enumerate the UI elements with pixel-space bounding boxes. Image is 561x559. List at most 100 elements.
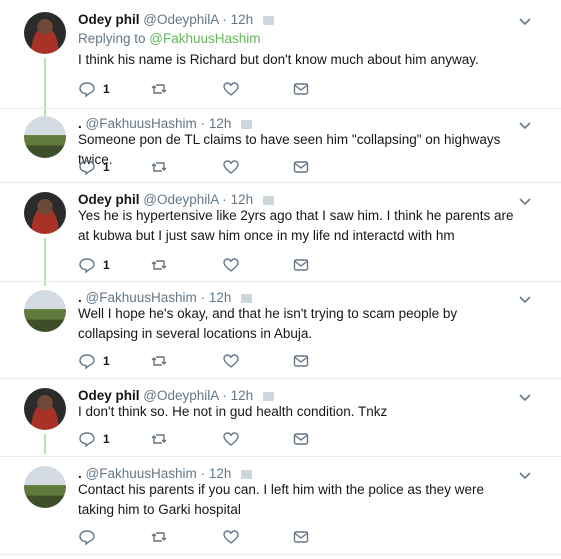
like-button[interactable] [222, 352, 240, 370]
direct-message-icon [241, 120, 253, 129]
header-separator: · [222, 192, 227, 207]
display-name[interactable]: Odey phil [78, 192, 140, 207]
reply-button[interactable]: 1 [78, 80, 110, 98]
timestamp[interactable]: 12h [231, 388, 254, 403]
display-name[interactable]: . [78, 116, 82, 131]
chevron-down-icon[interactable] [518, 292, 532, 306]
retweet-button[interactable] [150, 528, 168, 546]
timestamp[interactable]: 12h [231, 12, 254, 27]
timestamp[interactable]: 12h [209, 290, 232, 305]
reply-icon [79, 530, 95, 546]
avatar[interactable] [24, 192, 66, 234]
reply-button[interactable]: 1 [78, 352, 110, 370]
retweet-button[interactable] [150, 158, 168, 176]
retweet-icon [151, 162, 167, 172]
like-icon [223, 530, 239, 544]
direct-message-button[interactable] [292, 80, 310, 98]
reply-count: 1 [103, 258, 110, 272]
user-handle[interactable]: @OdeyphilA [143, 12, 218, 27]
like-button[interactable] [222, 158, 240, 176]
header-separator: · [200, 290, 206, 305]
divider [0, 281, 561, 282]
like-button[interactable] [222, 80, 240, 98]
display-name[interactable]: Odey phil [78, 388, 140, 403]
direct-message-icon [241, 470, 253, 479]
divider [0, 378, 561, 379]
retweet-icon [151, 434, 167, 444]
reply-button[interactable] [78, 528, 103, 546]
display-name[interactable]: Odey phil [78, 12, 140, 27]
avatar[interactable] [24, 388, 66, 430]
like-icon [223, 160, 239, 174]
user-handle[interactable]: @FakhuusHashim [86, 116, 197, 131]
header-separator: · [222, 388, 227, 403]
direct-message-icon [262, 196, 274, 205]
divider [0, 456, 561, 457]
retweet-button[interactable] [150, 256, 168, 274]
avatar[interactable] [24, 290, 66, 332]
tweet-header: Odey phil @OdeyphilA · 12h [78, 388, 274, 403]
chevron-down-icon[interactable] [518, 194, 532, 208]
divider [0, 108, 561, 109]
direct-message-icon [241, 294, 253, 303]
like-icon [223, 354, 239, 368]
reply-button[interactable]: 1 [78, 158, 110, 176]
direct-message-button[interactable] [292, 528, 310, 546]
display-name[interactable]: . [78, 290, 82, 305]
reply-count: 1 [103, 354, 110, 368]
reply-icon [79, 354, 95, 370]
thread-connector [44, 434, 46, 454]
header-separator: · [200, 116, 206, 131]
tweet-header: . @FakhuusHashim · 12h [78, 116, 253, 131]
reply-icon [79, 82, 95, 98]
retweet-icon [151, 84, 167, 94]
direct-message-icon [293, 355, 309, 367]
retweet-button[interactable] [150, 430, 168, 448]
direct-message-button[interactable] [292, 256, 310, 274]
tweet-text: I think his name is Richard but don't kn… [78, 52, 479, 67]
user-handle[interactable]: @FakhuusHashim [86, 466, 197, 481]
like-icon [223, 82, 239, 96]
timestamp[interactable]: 12h [209, 116, 232, 131]
display-name[interactable]: . [78, 466, 82, 481]
reply-button[interactable]: 1 [78, 430, 110, 448]
direct-message-button[interactable] [292, 352, 310, 370]
tweet-header: Odey phil @OdeyphilA · 12h [78, 12, 274, 27]
chevron-down-icon[interactable] [518, 390, 532, 404]
user-handle[interactable]: @OdeyphilA [143, 388, 218, 403]
avatar[interactable] [24, 116, 66, 158]
direct-message-button[interactable] [292, 158, 310, 176]
reply-count: 1 [103, 432, 110, 446]
chevron-down-icon[interactable] [518, 14, 532, 28]
retweet-button[interactable] [150, 352, 168, 370]
thread-connector [44, 238, 46, 286]
tweet-header: Odey phil @OdeyphilA · 12h [78, 192, 274, 207]
chevron-down-icon[interactable] [518, 468, 532, 482]
direct-message-icon [293, 531, 309, 543]
mention-link[interactable]: @FakhuusHashim [149, 31, 260, 46]
like-button[interactable] [222, 528, 240, 546]
conversation-thread: Odey phil @OdeyphilA · 12h Replying to @… [0, 0, 561, 559]
tweet-text: Yes he is hypertensive like 2yrs ago tha… [78, 208, 514, 243]
user-handle[interactable]: @OdeyphilA [143, 192, 218, 207]
user-handle[interactable]: @FakhuusHashim [86, 290, 197, 305]
tweet-header: . @FakhuusHashim · 12h [78, 290, 253, 305]
retweet-icon [151, 532, 167, 542]
timestamp[interactable]: 12h [231, 192, 254, 207]
reply-button[interactable]: 1 [78, 256, 110, 274]
avatar[interactable] [24, 12, 66, 54]
reply-count: 1 [103, 82, 110, 96]
like-button[interactable] [222, 256, 240, 274]
direct-message-icon [262, 392, 274, 401]
replying-prefix: Replying to [78, 31, 150, 46]
avatar[interactable] [24, 466, 66, 508]
reply-count: 1 [103, 160, 110, 174]
retweet-button[interactable] [150, 80, 168, 98]
timestamp[interactable]: 12h [209, 466, 232, 481]
tweet-text: I don't think so. He not in gud health c… [78, 404, 388, 419]
retweet-icon [151, 356, 167, 366]
tweet-text: Contact his parents if you can. I left h… [78, 482, 484, 517]
chevron-down-icon[interactable] [518, 118, 532, 132]
like-button[interactable] [222, 430, 240, 448]
direct-message-button[interactable] [292, 430, 310, 448]
